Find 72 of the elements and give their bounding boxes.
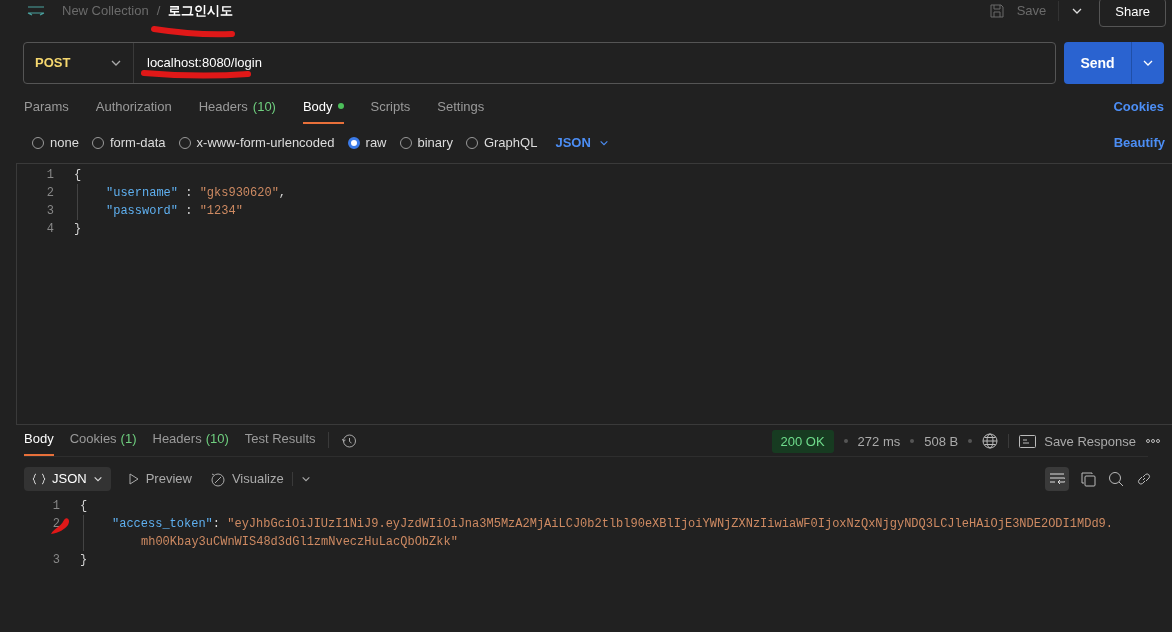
- json-string: "1234": [199, 203, 243, 220]
- line-number: 3: [51, 552, 60, 569]
- copy-icon[interactable]: [1081, 471, 1096, 487]
- wrap-icon: [1049, 472, 1065, 486]
- visualize-icon: [209, 471, 225, 487]
- share-button[interactable]: Share: [1099, 0, 1166, 27]
- radio-label[interactable]: x-www-form-urlencoded: [196, 133, 335, 153]
- search-icon[interactable]: [1108, 471, 1124, 487]
- json-punctuation: :: [184, 203, 194, 220]
- response-tab[interactable]: Cookies (1): [69, 428, 137, 456]
- history-icon[interactable]: [340, 433, 357, 449]
- line-number: 2: [51, 516, 60, 533]
- cookies-link[interactable]: Cookies: [1113, 96, 1164, 116]
- play-icon: [128, 473, 139, 485]
- request-tab[interactable]: Body: [302, 96, 344, 124]
- json-punctuation: :: [212, 516, 222, 533]
- method-dropdown[interactable]: POST: [24, 43, 134, 83]
- json-string: "gks930620": [199, 185, 279, 202]
- wrap-lines-button[interactable]: [1045, 467, 1069, 491]
- breadcrumb-separator: /: [156, 2, 161, 21]
- request-body-editor[interactable]: 1 { 2 "username" : "gks930620", 3 "password" : "1234" 4 }: [16, 163, 1172, 425]
- format-dropdown[interactable]: JSON: [555, 133, 609, 153]
- chevron-down-icon[interactable]: [300, 474, 311, 484]
- link-icon[interactable]: [1136, 471, 1152, 487]
- preview-button[interactable]: Preview: [128, 469, 192, 489]
- json-punctuation: }: [80, 552, 88, 569]
- request-tab[interactable]: Params: [24, 96, 69, 124]
- line-number: 3: [45, 203, 54, 220]
- braces-icon: [32, 473, 46, 485]
- more-icon[interactable]: [1146, 439, 1160, 444]
- chevron-down-icon: [92, 474, 103, 484]
- save-icon: [988, 3, 1005, 19]
- line-number: 4: [45, 221, 54, 238]
- radio-label[interactable]: GraphQL: [483, 133, 538, 153]
- line-number: 1: [45, 167, 54, 184]
- json-key: "username": [106, 184, 178, 202]
- radio-label[interactable]: raw: [365, 133, 387, 153]
- response-tab[interactable]: Test Results: [244, 428, 316, 456]
- response-tab[interactable]: Body: [24, 428, 54, 456]
- response-format-dropdown[interactable]: JSON: [24, 467, 111, 491]
- url-field[interactable]: POST localhost:8080/login: [23, 42, 1056, 84]
- json-string: "eyJhbGciOiJIUzI1NiJ9.eyJzdWIiOiJna3M5MzA2MjAiLCJ0b2tlbl90eXBlIjoiYWNjZXNzIiwiaWF0IjoxNzQxNjgyNDQ3LCJleHAiOjE3NDE2ODI1MDd9.: [227, 516, 1113, 533]
- request-name[interactable]: 로그인시도: [168, 1, 234, 21]
- response-tab[interactable]: Headers (10): [152, 428, 229, 456]
- beautify-link[interactable]: Beautify: [1113, 133, 1165, 153]
- line-number: 1: [51, 498, 60, 515]
- example-icon: [1019, 434, 1037, 448]
- radio-label[interactable]: form-data: [109, 133, 166, 153]
- globe-icon[interactable]: [982, 433, 999, 450]
- response-size: 508 B: [924, 432, 959, 451]
- json-key: "access_token": [112, 515, 213, 533]
- request-tab[interactable]: Authorization: [95, 96, 172, 124]
- request-tab[interactable]: Scripts: [370, 96, 411, 124]
- status-badge: 200 OK: [771, 429, 834, 453]
- request-tab[interactable]: Settings: [437, 96, 485, 124]
- json-key: "password": [106, 202, 178, 220]
- radio-label[interactable]: binary: [417, 133, 453, 153]
- chevron-down-icon: [598, 138, 609, 148]
- radio-label[interactable]: none: [50, 133, 79, 153]
- response-time: 272 ms: [857, 432, 901, 451]
- json-string: mh00Kbay3uCWnWIS48d3dGl1zmNveczHuLacQbObZkk": [141, 534, 458, 551]
- json-punctuation: ,: [278, 185, 287, 202]
- line-number: 2: [45, 185, 54, 202]
- request-tab[interactable]: Headers (10): [198, 96, 276, 124]
- radio-button[interactable]: [347, 137, 360, 149]
- json-punctuation: {: [74, 167, 82, 184]
- save-response-button[interactable]: Save Response: [1019, 431, 1136, 451]
- visualize-button[interactable]: Visualize: [209, 469, 284, 489]
- json-punctuation: :: [184, 185, 194, 202]
- send-button[interactable]: Send: [1064, 42, 1132, 84]
- json-punctuation: {: [80, 498, 88, 515]
- json-punctuation: }: [74, 221, 82, 238]
